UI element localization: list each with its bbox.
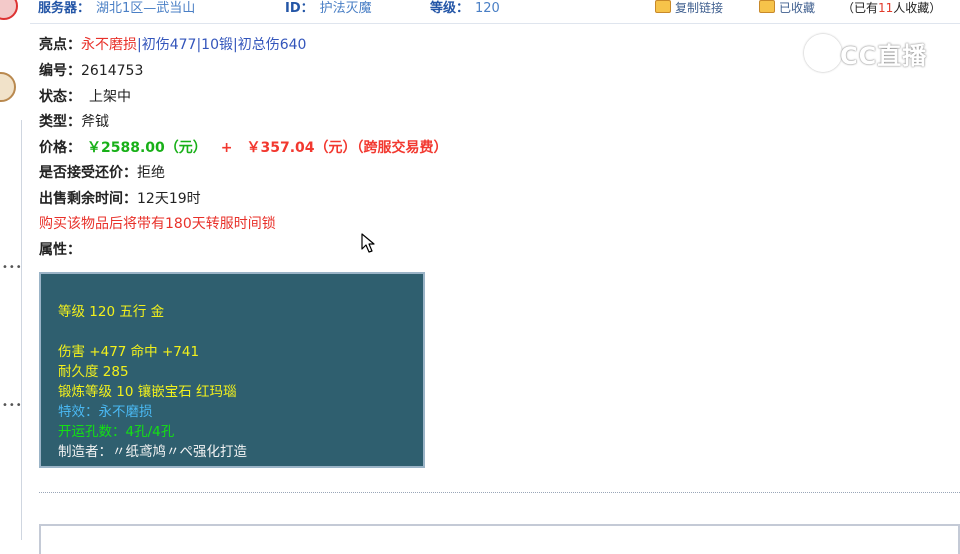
id-label: ID： — [285, 1, 314, 16]
copy-link-button[interactable]: 复制链接 — [655, 0, 723, 16]
remaining-time-value: 12天19时 — [137, 191, 201, 207]
attr-damage-hit: 伤害 +477 命中 +741 — [58, 344, 200, 360]
counter-offer-row: 是否接受还价：拒绝 — [39, 162, 165, 182]
status-value: 上架中 — [89, 89, 131, 105]
server-label: 服务器： — [38, 1, 91, 16]
type-value: 斧钺 — [81, 114, 109, 130]
next-section-panel — [39, 524, 960, 554]
copy-link-label: 复制链接 — [675, 1, 724, 15]
item-thumbnail-icon — [0, 72, 16, 102]
header-divider — [30, 23, 960, 24]
watermark-text: CC直播 — [840, 42, 928, 70]
favorite-count: （已有11人收藏） — [842, 0, 941, 16]
level-value: 120 — [475, 1, 500, 16]
attributes-row: 属性： — [39, 239, 81, 259]
favorite-label: 已收藏 — [779, 1, 816, 15]
cc-logo-icon — [804, 34, 842, 72]
remaining-time-row: 出售剩余时间：12天19时 — [39, 188, 201, 208]
price-row: 价格： ￥2588.00（元） + ￥357.04（元）（跨服交易费） — [39, 137, 448, 157]
fav-count-prefix: （已有 — [842, 1, 879, 15]
cross-server-fee: ￥357.04（元）（跨服交易费） — [246, 140, 448, 156]
transfer-lock-warning: 购买该物品后将带有180天转服时间锁 — [39, 216, 276, 232]
server-info: 服务器： 湖北1区—武当山 — [38, 0, 195, 16]
more-dots-icon: ••• — [2, 262, 23, 273]
left-panel-border — [21, 120, 22, 540]
type-row: 类型：斧钺 — [39, 111, 109, 131]
attr-sockets: 开运孔数：4孔/4孔 — [58, 424, 175, 440]
price-label: 价格： — [39, 140, 81, 156]
attr-level-element: 等级 120 五行 金 — [58, 304, 165, 320]
section-divider — [39, 492, 960, 493]
item-number-value: 2614753 — [81, 63, 144, 79]
left-panel-edge: ••• ••• — [0, 0, 22, 540]
highlight-tag: 永不磨损 — [81, 37, 137, 53]
more-dots-icon: ••• — [2, 400, 23, 411]
attr-durability: 耐久度 285 — [58, 364, 129, 380]
mouse-cursor-icon — [361, 233, 375, 253]
item-number-label: 编号： — [39, 63, 81, 79]
level-info: 等级： 120 — [430, 0, 500, 16]
status-label: 状态： — [39, 89, 81, 105]
item-number-row: 编号：2614753 — [39, 60, 143, 80]
attributes-label: 属性： — [39, 242, 81, 258]
favorite-icon — [759, 0, 775, 13]
item-attributes-panel: 等级 120 五行 金 伤害 +477 命中 +741 耐久度 285 锻炼等级… — [39, 272, 425, 468]
attr-special-effect: 特效：永不磨损 — [58, 404, 153, 420]
type-label: 类型： — [39, 114, 81, 130]
id-value: 护法灭魔 — [319, 1, 372, 16]
avatar-icon — [0, 0, 18, 20]
id-info: ID： 护法灭魔 — [285, 0, 372, 16]
highlight-tag: 初总伤640 — [237, 37, 307, 53]
highlight-tag: 初伤477 — [141, 37, 197, 53]
price-value: ￥2588.00（元） — [87, 140, 207, 156]
highlights-row: 亮点：永不磨损|初伤477|10锻|初总伤640 — [39, 34, 306, 54]
highlight-tag: 10锻 — [201, 37, 233, 53]
stream-watermark: CC直播 — [804, 34, 930, 72]
counter-offer-label: 是否接受还价： — [39, 165, 137, 181]
status-row: 状态： 上架中 — [39, 86, 131, 106]
attr-refine-gem: 锻炼等级 10 镶嵌宝石 红玛瑙 — [58, 384, 237, 400]
fav-count-number: 11 — [878, 1, 894, 15]
price-plus: + — [220, 140, 233, 156]
favorite-button[interactable]: 已收藏 — [759, 0, 815, 16]
fav-count-suffix: 人收藏） — [893, 1, 942, 15]
highlights-label: 亮点： — [39, 37, 81, 53]
attr-maker: 制造者：〃纸鸢鸠〃ぺ强化打造 — [58, 444, 247, 460]
counter-offer-value: 拒绝 — [137, 165, 165, 181]
copy-link-icon — [655, 0, 671, 13]
listing-header: 服务器： 湖北1区—武当山 ID： 护法灭魔 等级： 120 复制链接 已收藏 （已有… — [22, 0, 960, 24]
remaining-time-label: 出售剩余时间： — [39, 191, 137, 207]
level-label: 等级： — [430, 1, 470, 16]
server-value: 湖北1区—武当山 — [96, 1, 196, 16]
